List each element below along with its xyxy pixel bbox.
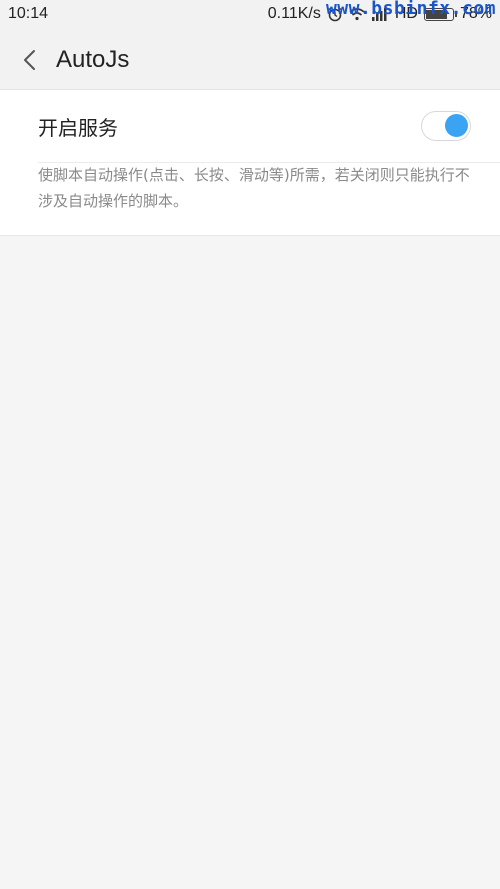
toggle-knob xyxy=(445,114,468,137)
settings-card: 开启服务 使脚本自动操作(点击、长按、滑动等)所需，若关闭则只能执行不涉及自动操… xyxy=(0,90,500,236)
status-bar: 10:14 0.11K/s HD 78% www.bsbinfx.com xyxy=(0,0,500,30)
setting-title: 开启服务 xyxy=(38,116,118,140)
toolbar: AutoJs xyxy=(0,30,500,90)
status-time: 10:14 xyxy=(8,5,49,22)
page-title: AutoJs xyxy=(56,46,130,73)
watermark: www.bsbinfx.com xyxy=(325,0,496,19)
back-button[interactable] xyxy=(14,44,46,76)
service-toggle[interactable] xyxy=(421,111,471,141)
chevron-left-icon xyxy=(24,50,35,70)
setting-description: 使脚本自动操作(点击、长按、滑动等)所需，若关闭则只能执行不涉及自动操作的脚本。 xyxy=(38,166,470,210)
network-speed: 0.11K/s xyxy=(267,5,321,22)
